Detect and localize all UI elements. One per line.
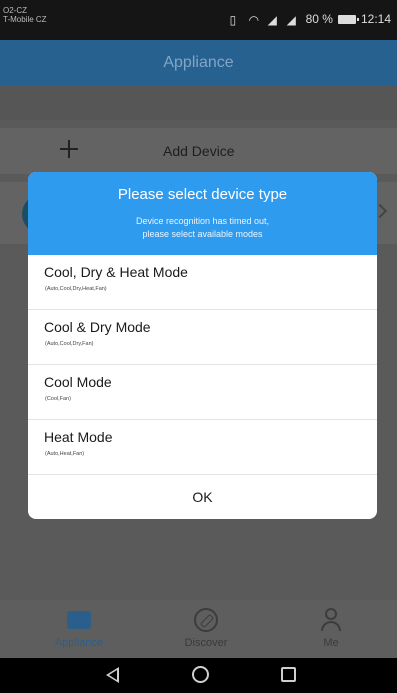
back-icon[interactable] (106, 667, 119, 683)
carrier-line-2: T-Mobile CZ (3, 15, 47, 24)
mode-option-subtitle: (Auto,Cool,Dry,Fan) (45, 341, 94, 347)
carrier-line-1: O2-CZ (3, 6, 27, 15)
mode-option-cool[interactable]: Cool Mode (Cool,Fan) (28, 365, 377, 420)
bottom-nav: Appliance Discover Me (0, 600, 397, 658)
vibrate-icon: ▯ (229, 13, 237, 27)
compass-icon (194, 608, 218, 632)
recent-apps-icon[interactable] (281, 667, 296, 682)
mode-option-title: Heat Mode (44, 429, 113, 445)
tab-discover[interactable]: Discover (156, 604, 256, 656)
app-header: Appliance (0, 40, 397, 86)
dialog-message: Device recognition has timed out, please… (135, 216, 270, 239)
wifi-icon: ◠ (248, 13, 260, 27)
mode-option-heat[interactable]: Heat Mode (Auto,Heat,Fan) (28, 420, 377, 475)
status-bar: O2-CZ T-Mobile CZ ▯ ◠ ◢ ◢ 80 % 12:14 (0, 0, 397, 40)
tab-appliance[interactable]: Appliance (29, 604, 129, 656)
add-device-label: Add Device (163, 143, 235, 159)
plus-icon (58, 138, 80, 160)
tab-discover-label: Discover (184, 637, 228, 649)
mode-option-title: Cool & Dry Mode (44, 319, 151, 335)
person-icon (319, 608, 343, 632)
tab-me-label: Me (323, 637, 339, 649)
mode-option-cool-dry[interactable]: Cool & Dry Mode (Auto,Cool,Dry,Fan) (28, 310, 377, 365)
mode-option-subtitle: (Auto,Cool,Dry,Heat,Fan) (45, 286, 107, 292)
mode-option-subtitle: (Cool,Fan) (45, 396, 71, 402)
page-title: Appliance (163, 54, 234, 71)
mode-option-cool-dry-heat[interactable]: Cool, Dry & Heat Mode (Auto,Cool,Dry,Hea… (28, 255, 377, 310)
signal-icon-2: ◢ (286, 13, 296, 27)
dialog-header: Please select device type Device recogni… (28, 172, 377, 255)
mode-option-title: Cool, Dry & Heat Mode (44, 264, 188, 280)
device-type-dialog: Please select device type Device recogni… (28, 172, 377, 519)
tab-appliance-label: Appliance (54, 637, 104, 649)
dialog-title: Please select device type (117, 186, 288, 203)
add-device-row[interactable]: Add Device (0, 128, 397, 174)
mode-option-subtitle: (Auto,Heat,Fan) (45, 451, 85, 457)
battery-icon (337, 14, 359, 24)
signal-icon: ◢ (267, 13, 277, 27)
top-band (0, 86, 397, 120)
clock: 12:14 (360, 12, 391, 26)
ok-button[interactable]: OK (28, 475, 377, 519)
carrier-info: O2-CZ T-Mobile CZ (3, 6, 47, 24)
status-indicators: ▯ ◠ ◢ ◢ 80 % 12:14 (229, 12, 391, 27)
battery-percent: 80 % (305, 12, 333, 26)
home-icon[interactable] (192, 666, 209, 683)
appliance-icon (67, 611, 91, 629)
mode-option-title: Cool Mode (44, 374, 112, 390)
system-nav-bar (0, 658, 397, 693)
tab-me[interactable]: Me (281, 604, 381, 656)
